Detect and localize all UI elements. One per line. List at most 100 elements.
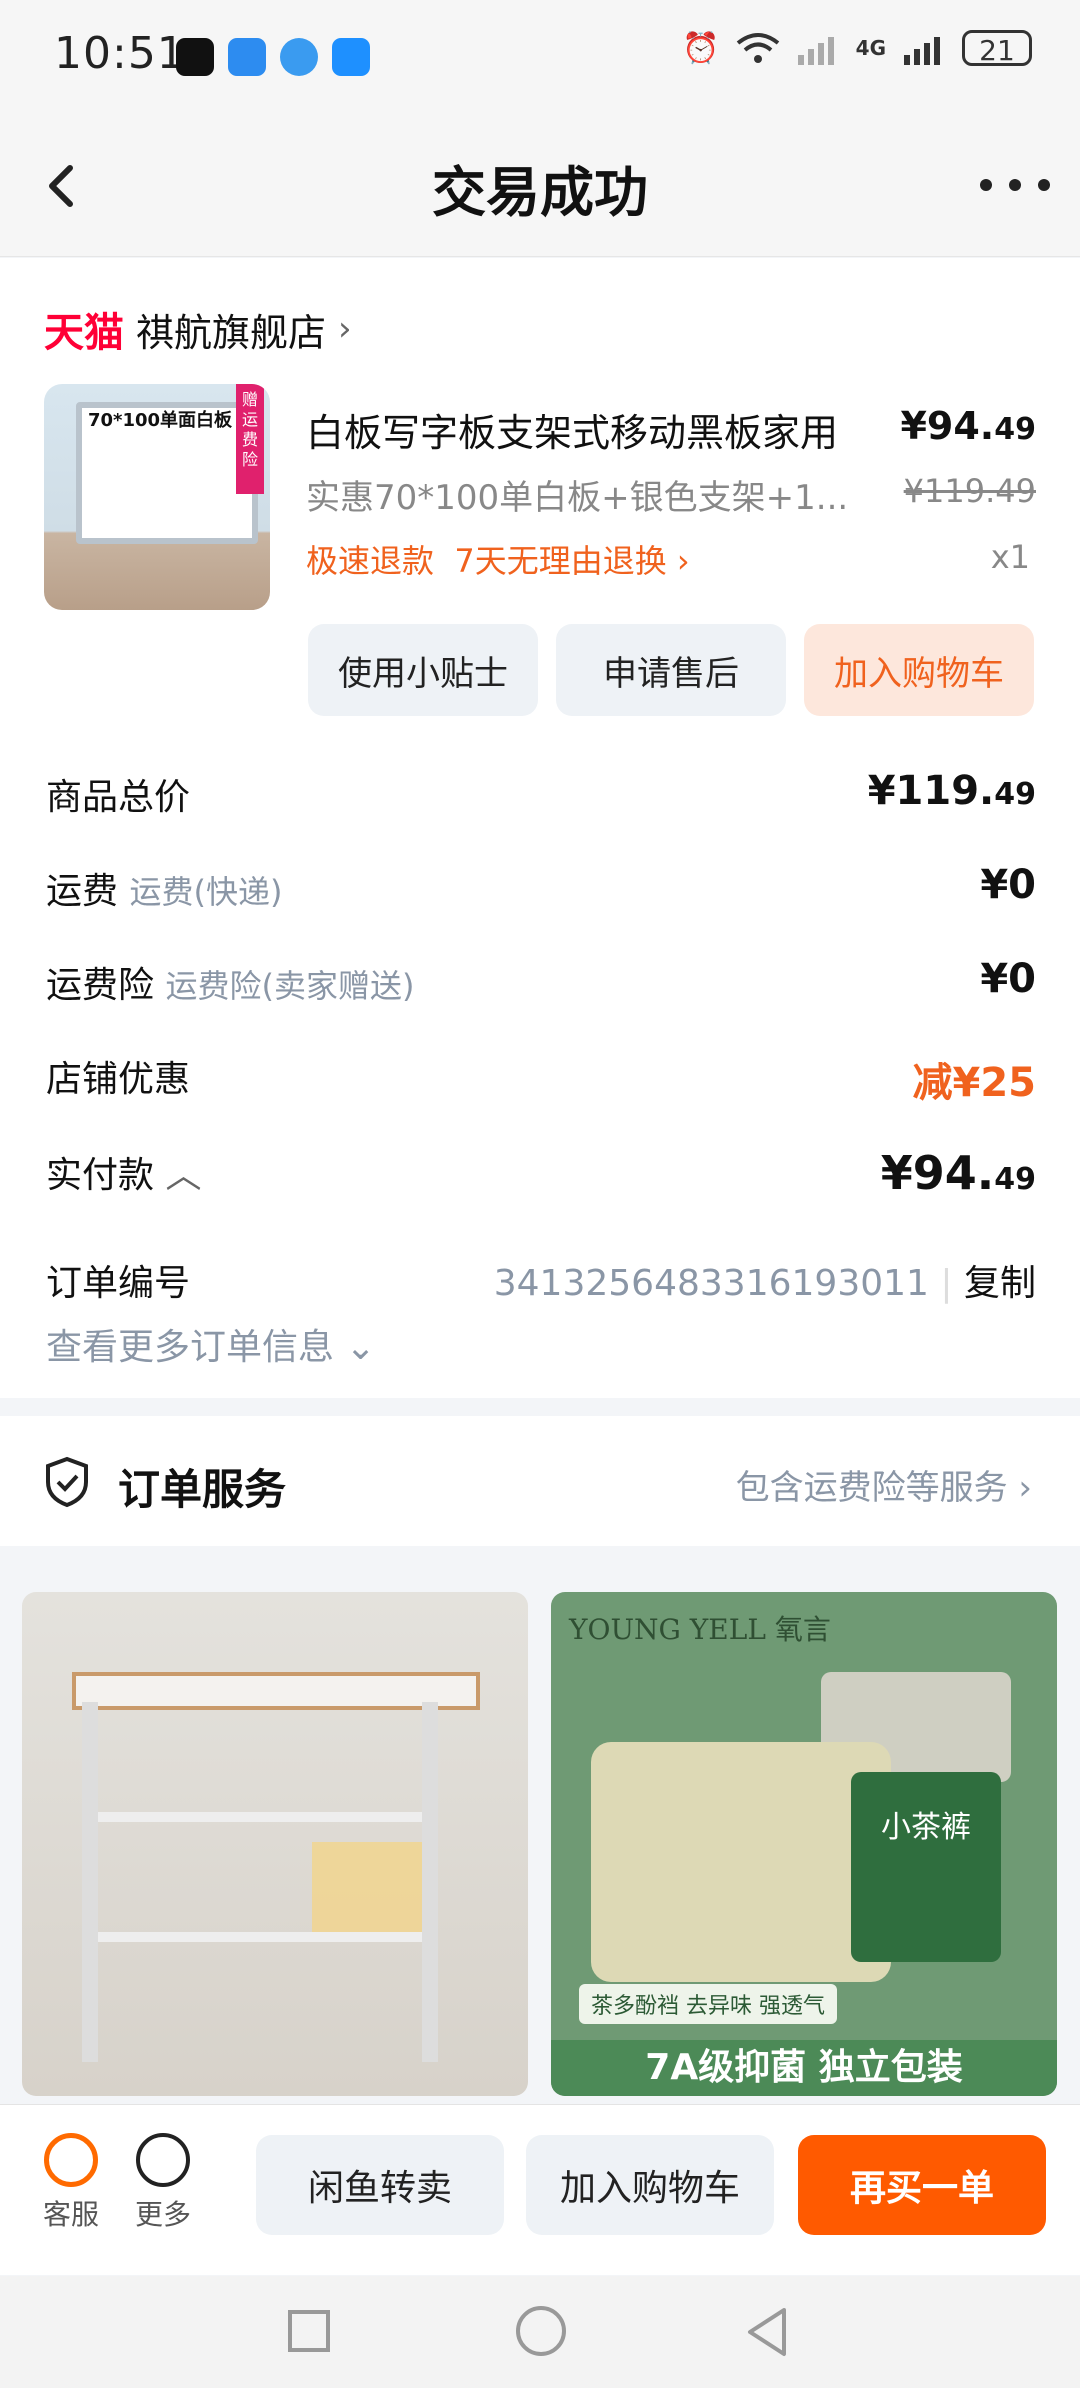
product-spec[interactable]: 实惠70*100单白板+银色支架+1... ⌄ <box>306 470 866 519</box>
original-price: ¥119.49 <box>903 472 1036 510</box>
status-bar: 10:51 ⏰ 4G 21 <box>0 0 1080 120</box>
signal-icon <box>797 37 834 65</box>
garment-image <box>591 1742 891 1982</box>
shelf-level-image <box>98 1932 422 1942</box>
total-integer: ¥119. <box>867 768 995 814</box>
shipping-row: 运费 运费(快递) ¥0 <box>46 862 1036 922</box>
alarm-icon: ⏰ <box>682 30 720 66</box>
chevron-right-icon: › <box>676 542 690 580</box>
order-number: 3413256483316193011 | 复制 <box>493 1263 1036 1304</box>
total-value: ¥119.49 <box>868 768 1036 814</box>
total-decimal: 49 <box>994 777 1036 812</box>
chevron-right-icon: › <box>1018 1468 1032 1508</box>
feature-tag: 茶多酚裆 去异味 强透气 <box>579 1984 837 2024</box>
price-decimal: 49 <box>994 412 1036 447</box>
total-row: 商品总价 ¥119.49 <box>46 768 1036 828</box>
more-options-icon[interactable] <box>980 160 1050 210</box>
tmall-logo: 天猫 <box>44 310 124 356</box>
bottom-action-bar: 客服 更多 闲鱼转卖 加入购物车 再买一单 <box>0 2104 1080 2275</box>
paid-integer: ¥94. <box>880 1146 995 1200</box>
more-info-text: 查看更多订单信息 <box>46 1327 335 1368</box>
shelf-leg-image <box>82 1702 98 2062</box>
chevron-down-icon: ⌄ <box>859 478 866 518</box>
signal-icon-2 <box>904 37 940 65</box>
shelf-leg-image <box>422 1702 438 2062</box>
insurance-sub: 运费险(卖家赠送) <box>165 967 415 1005</box>
more-label: 更多 <box>134 2198 191 2231</box>
thumbnail-caption: 70*100单面白板 <box>88 410 233 431</box>
system-indicators: ⏰ 4G 21 <box>682 30 1032 67</box>
page-title: 交易成功 <box>432 161 648 224</box>
shipping-label: 运费 运费(快递) <box>46 862 282 914</box>
order-number-label: 订单编号 <box>46 1263 191 1304</box>
more-button[interactable]: 更多 <box>128 2133 198 2233</box>
tips-button[interactable]: 使用小贴士 <box>308 624 538 716</box>
back-nav-icon[interactable] <box>744 2306 790 2358</box>
tiktok-icon <box>176 38 214 76</box>
spec-text: 实惠70*100单白板+银色支架+1... <box>306 478 849 518</box>
package-image: 小茶裤 <box>851 1772 1001 1962</box>
recent-apps-icon[interactable] <box>288 2310 330 2352</box>
system-nav-bar <box>0 2276 1080 2388</box>
order-service-card[interactable]: 订单服务 包含运费险等服务 › <box>0 1416 1080 1546</box>
customer-service-button[interactable]: 客服 <box>36 2133 106 2233</box>
order-number-value: 3413256483316193011 <box>493 1263 929 1304</box>
recommendation-underwear[interactable]: YOUNG YELL 氧言 小茶裤 茶多酚裆 去异味 强透气 7A级抑菌 独立包… <box>551 1592 1057 2096</box>
shipping-value: ¥0 <box>980 862 1036 908</box>
customer-service-icon <box>44 2133 98 2187</box>
recommendation-kitchen-shelf[interactable] <box>22 1592 528 2096</box>
total-label: 商品总价 <box>46 777 191 818</box>
paid-label: 实付款 ︿ <box>46 1146 201 1198</box>
store-link[interactable]: 天猫 祺航旗舰店 › <box>44 300 352 358</box>
service-summary-text: 包含运费险等服务 <box>735 1468 1008 1508</box>
copy-button[interactable]: 复制 <box>964 1263 1036 1304</box>
after-sale-button[interactable]: 申请售后 <box>556 624 786 716</box>
wifi-icon <box>736 33 779 63</box>
refund-policy[interactable]: 极速退款 7天无理由退换 › <box>306 536 690 582</box>
add-to-cart-button[interactable]: 加入购物车 <box>804 624 1034 716</box>
buy-again-button[interactable]: 再买一单 <box>798 2135 1046 2235</box>
insurance-label: 运费险 运费险(卖家赠送) <box>46 956 414 1008</box>
weather-app-icon <box>228 38 266 76</box>
chevron-down-icon: ⌄ <box>345 1327 376 1368</box>
discount-row: 店铺优惠 减¥25 <box>46 1050 1036 1110</box>
clock: 10:51 <box>54 28 186 79</box>
chevron-right-icon: › <box>338 309 352 349</box>
shelf-top-image <box>72 1672 480 1710</box>
fast-refund-label: 极速退款 <box>306 542 435 580</box>
insurance-value: ¥0 <box>980 956 1036 1002</box>
price-integer: ¥94. <box>900 404 995 448</box>
shelf-light-image <box>312 1842 422 1932</box>
more-dots-icon <box>136 2133 190 2187</box>
more-order-info-link[interactable]: 查看更多订单信息 ⌄ <box>46 1318 376 1370</box>
product-thumbnail[interactable]: 70*100单面白板 赠运费险 <box>44 384 270 610</box>
order-card: 天猫 祺航旗舰店 › 70*100单面白板 赠运费险 白板写字板支架式移动黑板家… <box>0 258 1080 1398</box>
shipping-sub: 运费(快递) <box>129 873 283 911</box>
service-title: 订单服务 <box>118 1465 287 1514</box>
quantity: x1 <box>990 538 1030 576</box>
add-to-cart-bottom-button[interactable]: 加入购物车 <box>526 2135 774 2235</box>
product-name[interactable]: 白板写字板支架式移动黑板家用 <box>306 402 838 457</box>
insurance-label-text: 运费险 <box>46 965 155 1006</box>
shield-check-icon <box>46 1456 88 1508</box>
insurance-row: 运费险 运费险(卖家赠送) ¥0 <box>46 956 1036 1016</box>
battery-icon: 21 <box>962 30 1032 67</box>
home-icon[interactable] <box>516 2306 566 2356</box>
return-policy-label: 7天无理由退换 <box>454 542 667 580</box>
resell-button[interactable]: 闲鱼转卖 <box>256 2135 504 2235</box>
brand-name: YOUNG YELL 氧言 <box>569 1613 831 1646</box>
store-name: 祺航旗舰店 <box>136 310 327 355</box>
paid-value: ¥94.49 <box>881 1146 1036 1200</box>
order-number-row: 订单编号 3413256483316193011 | 复制 查看更多订单信息 ⌄ <box>46 1254 1036 1384</box>
network-type: 4G <box>855 36 886 60</box>
paid-decimal: 49 <box>994 1162 1036 1197</box>
header: 交易成功 <box>0 120 1080 257</box>
paid-row[interactable]: 实付款 ︿ ¥94.49 <box>46 1146 1036 1206</box>
shipping-label-text: 运费 <box>46 871 119 912</box>
search-app-icon <box>332 38 370 76</box>
customer-service-label: 客服 <box>42 2198 99 2231</box>
service-summary: 包含运费险等服务 › <box>736 1460 1032 1509</box>
product-price: ¥94.49 <box>900 404 1036 448</box>
paid-label-text: 实付款 <box>46 1155 155 1196</box>
browser-app-icon <box>280 38 318 76</box>
